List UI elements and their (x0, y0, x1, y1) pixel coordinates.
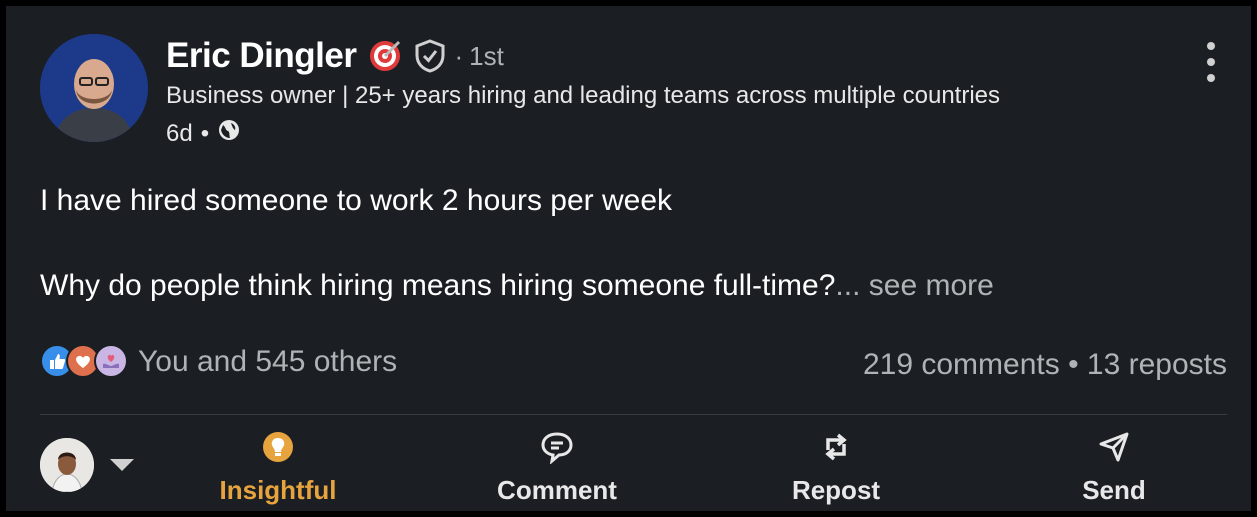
comment-icon (539, 430, 575, 469)
send-icon (1097, 430, 1131, 469)
lightbulb-icon (261, 430, 295, 469)
comment-button[interactable]: Comment (467, 430, 647, 506)
chevron-down-icon (110, 459, 134, 471)
comments-reposts-count[interactable]: 219 comments • 13 reposts (863, 348, 1227, 382)
reactions-summary[interactable]: You and 545 others (40, 342, 397, 382)
reaction-icons (40, 342, 132, 382)
post-body-text: Why do people think hiring means hiring … (40, 269, 836, 302)
author-name[interactable]: Eric Dingler (166, 36, 357, 76)
separator-dot: • (200, 119, 210, 147)
globe-icon (217, 118, 241, 149)
target-emoji-icon (368, 39, 402, 73)
post-body-line-1: I have hired someone to work 2 hours per… (40, 184, 673, 217)
insightful-label: Insightful (219, 475, 337, 505)
post-body-line-2: Why do people think hiring means hiring … (40, 269, 994, 303)
send-button[interactable]: Send (1024, 430, 1204, 506)
current-user-avatar (40, 438, 94, 492)
see-more-link[interactable]: ... see more (835, 269, 993, 302)
reactions-count: You and 545 others (138, 345, 398, 378)
more-options-icon[interactable] (1201, 42, 1221, 82)
verified-shield-icon[interactable] (414, 39, 446, 73)
repost-button[interactable]: Repost (746, 430, 926, 506)
connection-degree: 1st (469, 40, 504, 71)
repost-icon (819, 430, 853, 469)
insightful-button[interactable]: Insightful (188, 430, 368, 506)
separator-dot: · (454, 40, 464, 71)
divider (40, 414, 1227, 415)
support-reaction-icon (94, 344, 128, 378)
repost-label: Repost (791, 475, 881, 505)
post-meta: 6d • (166, 118, 241, 149)
send-label: Send (1082, 475, 1146, 505)
comment-label: Comment (497, 475, 617, 505)
reaction-actor-switcher[interactable] (40, 438, 134, 492)
author-headline: Business owner | 25+ years hiring and le… (166, 82, 1000, 109)
feed-post-card: Eric Dingler · 1st Business owner | 25+ … (6, 6, 1251, 511)
author-avatar[interactable] (40, 34, 148, 142)
post-time: 6d (166, 119, 193, 147)
